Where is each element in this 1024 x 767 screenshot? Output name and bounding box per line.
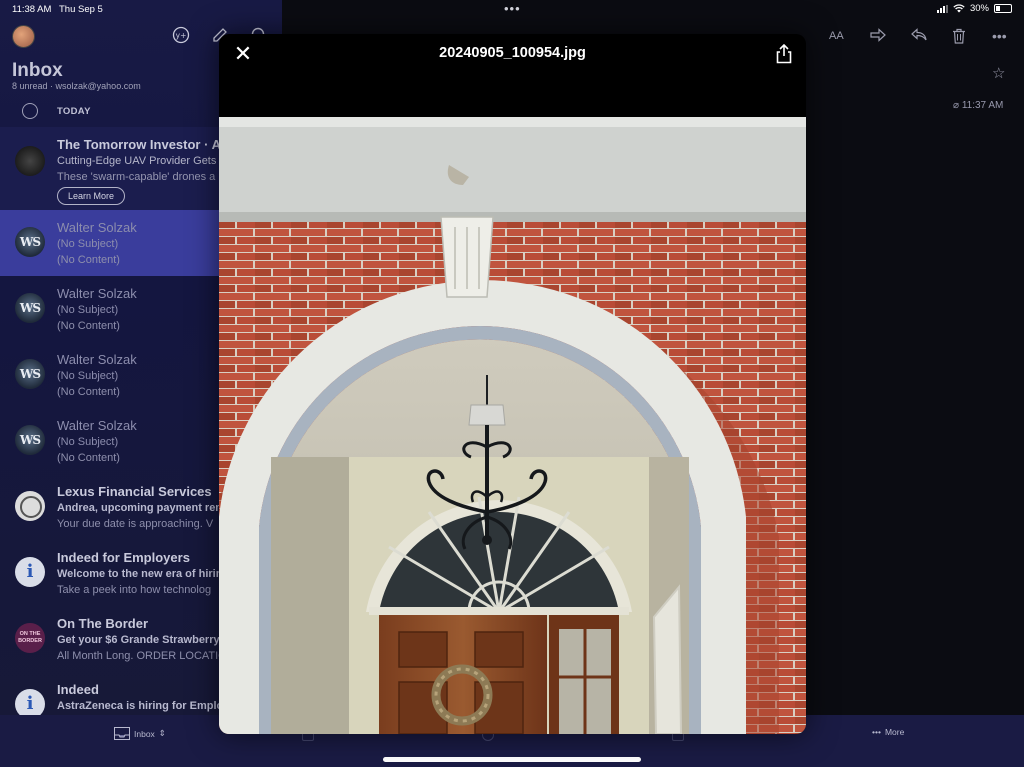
mail-sender: Indeed for Employers: [57, 550, 190, 565]
section-header-today: TODAY: [57, 106, 91, 117]
mail-subject: Get your $6 Grande Strawberry: [57, 634, 220, 646]
mail-preview: All Month Long. ORDER LOCATIO: [57, 650, 227, 662]
status-time: 11:38 AM: [12, 4, 52, 15]
info-icon: i: [15, 557, 45, 587]
battery-percent: 30%: [969, 3, 989, 14]
mail-subject: (No Subject): [57, 238, 119, 250]
yahoo-plus-icon[interactable]: y+: [172, 26, 190, 44]
inbox-tray-icon: [114, 727, 130, 740]
mail-app-window: 11:38 AM Thu Sep 5 ••• 30% y+ Inbox 8 un…: [0, 0, 1024, 767]
mail-subject: (No Subject): [57, 436, 119, 448]
mail-sender: On The Border: [57, 616, 149, 631]
inbox-folder-button[interactable]: Inbox ⇕: [114, 727, 166, 740]
investor-logo-icon: [15, 146, 45, 176]
mail-sender: Walter Solzak: [57, 418, 137, 433]
mail-preview: (No Content): [57, 320, 120, 332]
sender-avatar: ON THE BORDER: [15, 623, 45, 653]
select-all-checkbox[interactable]: [22, 103, 38, 119]
mail-sender: Walter Solzak: [57, 352, 137, 367]
image-viewer-modal: ✕ 20240905_100954.jpg: [219, 34, 806, 734]
mail-preview: Your due date is approaching. V: [57, 518, 214, 530]
home-indicator[interactable]: [383, 757, 641, 762]
share-icon[interactable]: [775, 44, 793, 64]
mail-subject: Welcome to the new era of hirin: [57, 568, 223, 580]
mail-sender: Indeed: [57, 682, 99, 697]
svg-text:y+: y+: [176, 31, 187, 40]
chevron-updown-icon: ⇕: [158, 728, 166, 738]
mail-preview: These 'swarm-capable' drones a: [57, 171, 216, 183]
mail-preview: (No Content): [57, 386, 120, 398]
wifi-icon: [953, 4, 965, 13]
mail-sender: Walter Solzak: [57, 286, 137, 301]
sender-avatar: WS: [15, 227, 45, 257]
message-time-label: 11:37 AM: [961, 100, 1004, 111]
svg-text:AA: AA: [829, 30, 844, 42]
profile-avatar[interactable]: [12, 25, 35, 48]
status-date: Thu Sep 5: [59, 4, 103, 15]
inbox-subtitle: 8 unread · wsolzak@yahoo.com: [12, 81, 141, 91]
more-dots-icon: •••: [872, 727, 881, 737]
mail-preview: (No Content): [57, 254, 120, 266]
learn-more-button[interactable]: Learn More: [57, 187, 126, 205]
battery-icon: [994, 4, 1012, 13]
mail-subject: Andrea, upcoming payment rem: [57, 502, 226, 514]
mail-sender: Lexus Financial Services: [57, 484, 212, 499]
page-title: Inbox: [12, 60, 63, 81]
multitasking-dots-icon[interactable]: •••: [504, 1, 521, 16]
star-icon[interactable]: ☆: [992, 64, 1005, 82]
status-bar: 11:38 AM Thu Sep 5 ••• 30%: [0, 0, 1024, 18]
attachment-photo: [219, 117, 806, 734]
inbox-folder-label: Inbox: [134, 728, 155, 739]
sender-avatar: WS: [15, 425, 45, 455]
mail-subject: (No Subject): [57, 304, 119, 316]
more-label: More: [884, 727, 905, 737]
forward-icon[interactable]: [870, 28, 886, 45]
more-button[interactable]: ••• More: [872, 727, 904, 737]
mail-preview: (No Content): [57, 452, 120, 464]
reply-icon[interactable]: [911, 28, 927, 45]
mail-sender: Walter Solzak: [57, 220, 137, 235]
mail-subject: AstraZeneca is hiring for Emplo: [57, 700, 224, 712]
mail-sender: The Tomorrow Investor · A: [57, 137, 221, 152]
attachment-icon: ⌀: [953, 100, 962, 111]
more-options-icon[interactable]: •••: [992, 28, 1007, 44]
text-size-icon[interactable]: AA: [829, 28, 847, 45]
lexus-logo-icon: [15, 491, 45, 521]
status-right: 30%: [936, 3, 1012, 14]
trash-icon[interactable]: [951, 28, 967, 47]
mail-subject: Cutting-Edge UAV Provider Gets: [57, 155, 217, 167]
cellular-signal-icon: [936, 4, 948, 13]
mail-subject: (No Subject): [57, 370, 119, 382]
sender-avatar: WS: [15, 359, 45, 389]
mail-preview: Take a peek into how technolog: [57, 584, 212, 596]
sender-avatar: WS: [15, 293, 45, 323]
attachment-filename: 20240905_100954.jpg: [439, 45, 586, 61]
message-time: ⌀ 11:37 AM: [953, 100, 1003, 111]
